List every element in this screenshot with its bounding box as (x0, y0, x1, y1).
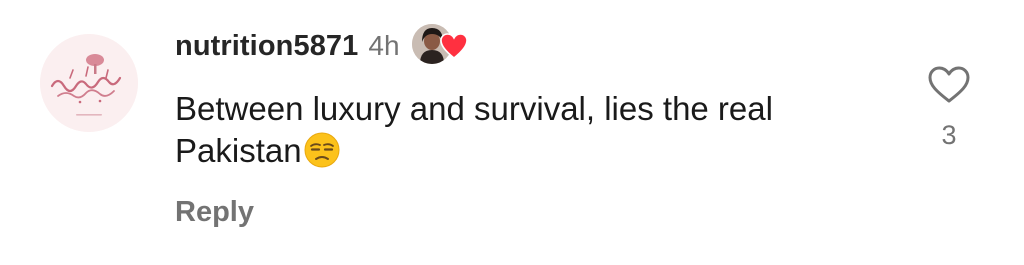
commenter-avatar[interactable] (40, 34, 138, 132)
heart-outline-icon[interactable] (928, 66, 970, 104)
comment-timestamp: 4h (368, 30, 400, 61)
heart-filled-icon (439, 33, 468, 59)
author-liked-indicator (410, 24, 470, 68)
comment-text-content: Between luxury and survival, lies the re… (175, 90, 773, 169)
unamused-face-emoji (304, 132, 340, 168)
reply-button[interactable]: Reply (175, 196, 895, 229)
like-count: 3 (941, 120, 957, 150)
comment-body: nutrition5871 4h Between luxury and surv… (175, 24, 895, 229)
like-column: 3 (920, 66, 978, 151)
comment-header: nutrition5871 4h (175, 24, 895, 68)
avatar-artwork (40, 34, 138, 132)
comment-text: Between luxury and survival, lies the re… (175, 88, 895, 172)
username-link[interactable]: nutrition5871 (175, 30, 358, 63)
